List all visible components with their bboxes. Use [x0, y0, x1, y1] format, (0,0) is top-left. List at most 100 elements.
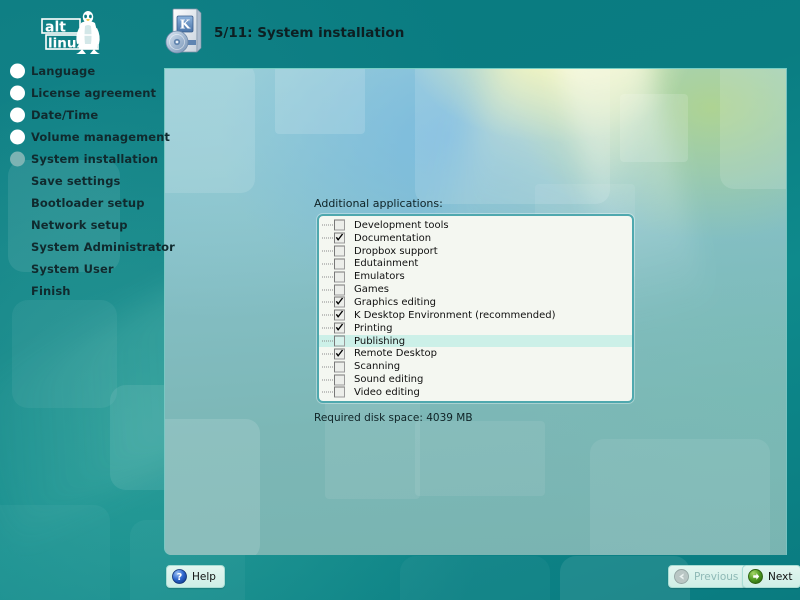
list-item[interactable]: K Desktop Environment (recommended): [319, 309, 632, 322]
step-status-bullet-todo: [10, 284, 25, 299]
installer-step-nav: Language License agreement Date/Time Volume…: [0, 60, 175, 302]
list-item[interactable]: Development tools: [319, 219, 632, 232]
tree-branch-icon: [322, 314, 333, 316]
sidebar-item-system-administrator[interactable]: System Administrator: [0, 236, 175, 258]
tree-branch-icon: [322, 224, 333, 226]
previous-button[interactable]: Previous: [668, 565, 748, 588]
checkbox-unchecked[interactable]: [334, 219, 345, 231]
background-shape: [400, 556, 550, 600]
help-button[interactable]: ? Help: [166, 565, 225, 588]
sidebar-item-label: Save settings: [31, 174, 121, 188]
list-item-label: Graphics editing: [354, 296, 437, 308]
checkbox-checked[interactable]: [334, 348, 345, 360]
tree-branch-icon: [322, 366, 333, 368]
sidebar-item-date-time[interactable]: Date/Time: [0, 104, 164, 126]
additional-applications-listbox[interactable]: Development tools Documentation Dropbox su…: [317, 214, 634, 403]
list-item[interactable]: Documentation: [319, 232, 632, 245]
next-button-label: Next: [768, 570, 793, 583]
list-item-label: Edutainment: [354, 258, 419, 270]
list-item[interactable]: Printing: [319, 322, 632, 335]
list-item[interactable]: Emulators: [319, 270, 632, 283]
list-item-label: Printing: [354, 322, 393, 334]
list-item-label: Sound editing: [354, 374, 424, 386]
step-status-bullet-todo: [10, 218, 25, 233]
sidebar-item-language[interactable]: Language: [0, 60, 164, 82]
tree-branch-icon: [322, 237, 333, 239]
list-item-label: Publishing: [354, 335, 406, 347]
tree-branch-icon: [322, 391, 333, 393]
tree-branch-icon: [322, 276, 333, 278]
sidebar-item-label: Network setup: [31, 218, 128, 232]
checkbox-unchecked[interactable]: [334, 386, 345, 398]
checkbox-checked[interactable]: [334, 322, 345, 334]
checkbox-checked[interactable]: [334, 309, 345, 321]
sidebar-item-network-setup[interactable]: Network setup: [0, 214, 164, 236]
step-status-bullet-done: [10, 85, 25, 101]
tree-branch-icon: [322, 340, 333, 342]
checkbox-checked[interactable]: [334, 296, 345, 308]
list-item-label: Development tools: [354, 219, 449, 231]
tree-branch-icon: [322, 250, 333, 252]
sidebar: alt linux Language License agreement Date/…: [0, 0, 175, 600]
sidebar-item-label: License agreement: [31, 86, 157, 100]
step-status-bullet-done: [10, 63, 25, 79]
list-item[interactable]: Dropbox support: [319, 245, 632, 258]
panel-shape: [720, 69, 786, 189]
list-item[interactable]: Scanning: [319, 360, 632, 373]
help-button-label: Help: [192, 570, 216, 583]
panel-shape: [165, 69, 255, 193]
checkbox-unchecked[interactable]: [334, 271, 345, 283]
sidebar-item-label: Volume management: [31, 130, 170, 144]
svg-text:?: ?: [177, 572, 183, 583]
svg-text:linux: linux: [48, 36, 85, 52]
svg-text:K: K: [180, 18, 191, 32]
step-status-bullet-done: [10, 129, 25, 145]
checkbox-checked[interactable]: [334, 232, 345, 244]
panel-shape: [415, 421, 545, 496]
sidebar-item-label: System Administrator: [31, 240, 175, 254]
sidebar-item-label: Bootloader setup: [31, 196, 145, 210]
checkbox-unchecked[interactable]: [334, 335, 345, 347]
previous-button-label: Previous: [694, 570, 739, 583]
panel-shape: [590, 439, 770, 555]
checkbox-unchecked[interactable]: [334, 258, 345, 270]
sidebar-item-volume-management[interactable]: Volume management: [0, 126, 170, 148]
arrow-right-icon: [748, 569, 763, 584]
panel-shape: [165, 419, 260, 555]
question-mark-icon: ?: [172, 569, 187, 584]
list-item[interactable]: Edutainment: [319, 258, 632, 271]
list-item-label: Video editing: [354, 386, 420, 398]
checkbox-unchecked[interactable]: [334, 374, 345, 386]
list-item[interactable]: Publishing: [319, 334, 632, 348]
sidebar-item-label: Language: [31, 64, 96, 78]
list-item[interactable]: Sound editing: [319, 373, 632, 386]
sidebar-item-save-settings[interactable]: Save settings: [0, 170, 164, 192]
software-box-kde-icon: K: [163, 6, 209, 54]
step-status-bullet-done: [10, 107, 25, 123]
tree-branch-icon: [322, 289, 333, 291]
list-item[interactable]: Graphics editing: [319, 296, 632, 309]
sidebar-item-finish[interactable]: Finish: [0, 280, 164, 302]
checkbox-unchecked[interactable]: [334, 284, 345, 296]
list-item-label: Emulators: [354, 271, 405, 283]
list-item[interactable]: Video editing: [319, 386, 632, 399]
checkbox-unchecked[interactable]: [334, 361, 345, 373]
sidebar-item-license-agreement[interactable]: License agreement: [0, 82, 164, 104]
sidebar-item-system-user[interactable]: System User: [0, 258, 164, 280]
arrow-left-icon: [674, 569, 689, 584]
list-item[interactable]: Games: [319, 283, 632, 296]
list-item[interactable]: Remote Desktop: [319, 347, 632, 360]
list-item-label: Remote Desktop: [354, 348, 438, 360]
checkbox-unchecked[interactable]: [334, 245, 345, 257]
next-button[interactable]: Next: [742, 565, 800, 588]
step-status-bullet-todo: [10, 196, 25, 211]
list-item-label: Scanning: [354, 361, 401, 373]
step-status-bullet-todo: [10, 262, 25, 277]
sidebar-item-bootloader-setup[interactable]: Bootloader setup: [0, 192, 164, 214]
sidebar-item-label: System installation: [31, 152, 159, 166]
tree-branch-icon: [322, 353, 333, 355]
sidebar-item-label: System User: [31, 262, 114, 276]
tree-branch-icon: [322, 379, 333, 381]
tree-branch-icon: [322, 263, 333, 265]
sidebar-item-system-installation[interactable]: System installation: [0, 148, 164, 170]
